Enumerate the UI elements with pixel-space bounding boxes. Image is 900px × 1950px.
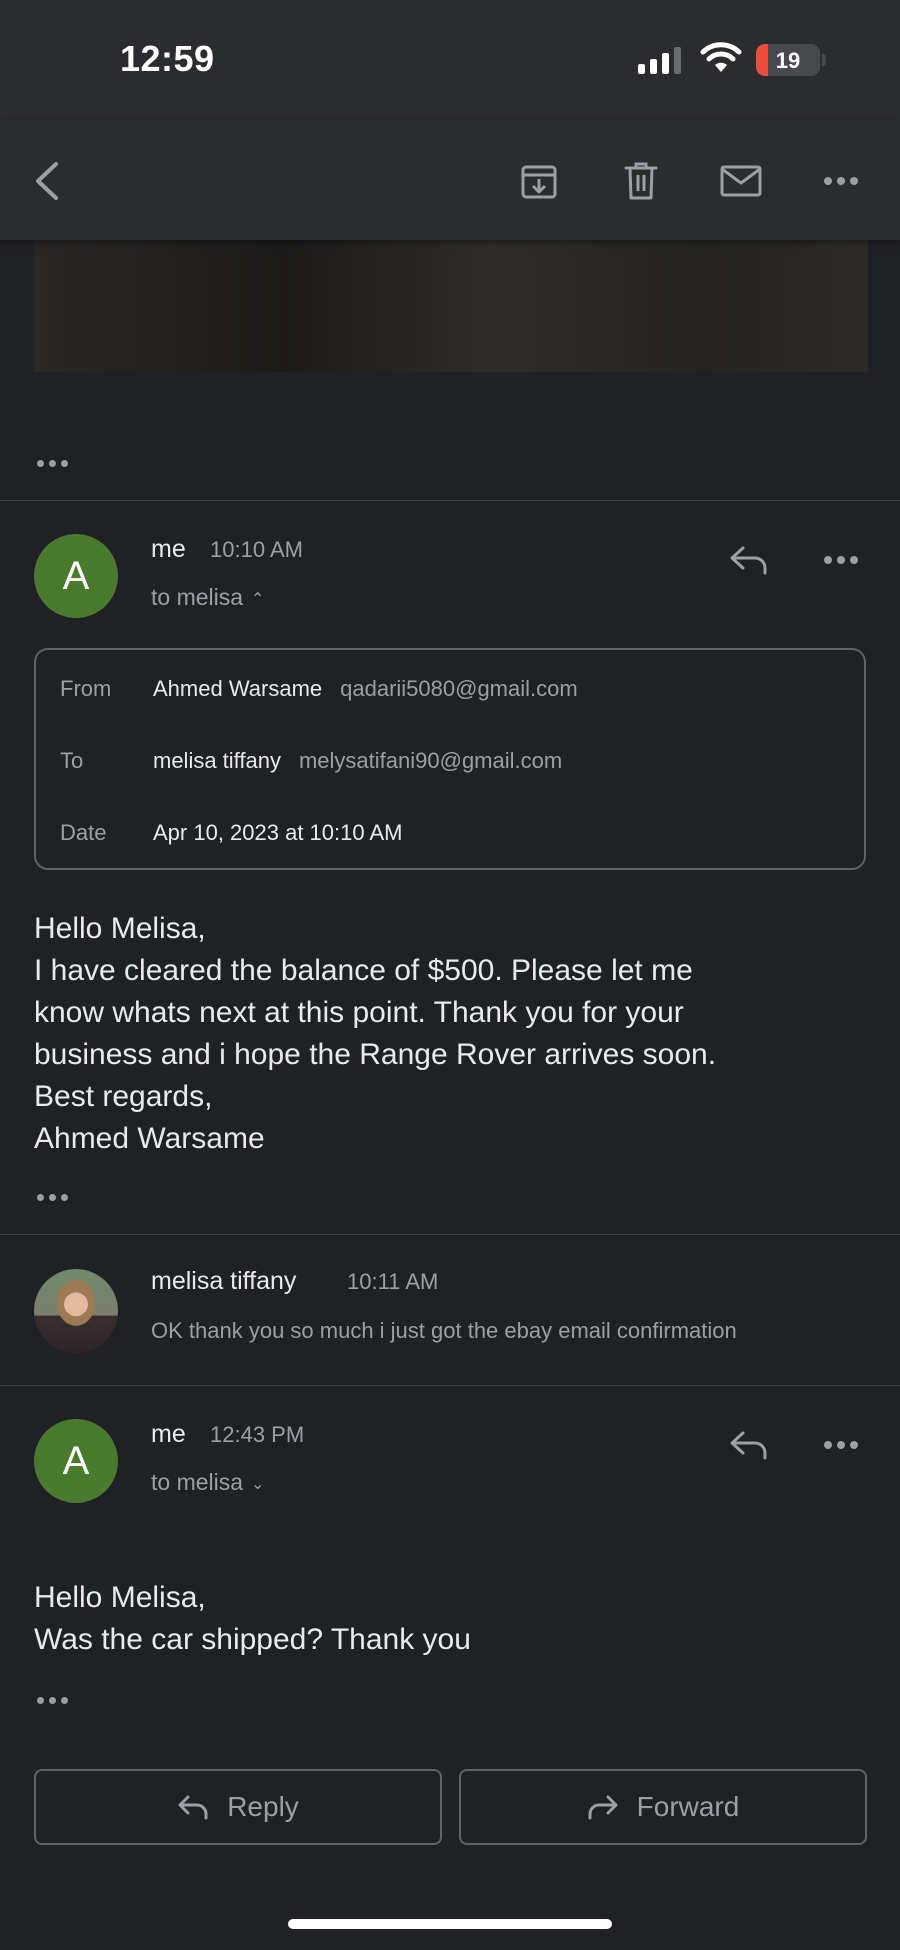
message-divider bbox=[0, 500, 900, 501]
wifi-icon bbox=[700, 42, 742, 72]
more-icon[interactable] bbox=[818, 158, 864, 204]
body-line: Hello Melisa, bbox=[34, 1581, 206, 1614]
home-indicator[interactable] bbox=[288, 1919, 612, 1929]
message-more-icon[interactable] bbox=[818, 538, 864, 582]
body-line: know whats next at this point. Thank you… bbox=[34, 996, 684, 1029]
avatar[interactable] bbox=[34, 1269, 118, 1353]
battery-level: 19 bbox=[775, 48, 801, 73]
message-divider bbox=[0, 1234, 900, 1235]
chevron-down-icon: ⌄ bbox=[251, 1475, 265, 1493]
status-bar: 12:59 19 bbox=[0, 0, 900, 120]
status-time: 12:59 bbox=[120, 38, 215, 79]
email-toolbar bbox=[0, 120, 900, 240]
avatar[interactable]: A bbox=[34, 1419, 118, 1503]
message-more-icon[interactable] bbox=[818, 1423, 864, 1467]
avatar[interactable]: A bbox=[34, 534, 118, 618]
reply-button[interactable]: Reply bbox=[34, 1769, 442, 1845]
to-value: melisa tiffany melysatifani90@gmail.com bbox=[153, 748, 562, 774]
body-line: business and i hope the Range Rover arri… bbox=[34, 1038, 717, 1071]
trash-icon[interactable] bbox=[618, 158, 664, 204]
recipient-toggle[interactable]: to melisa ⌄ bbox=[151, 1469, 264, 1496]
message-time: 10:10 AM bbox=[210, 537, 303, 562]
date-value: Apr 10, 2023 at 10:10 AM bbox=[153, 820, 403, 845]
recipient-line: to melisa bbox=[151, 1469, 244, 1495]
message-details-card: From Ahmed Warsame qadarii5080@gmail.com … bbox=[34, 648, 866, 870]
date-label: Date bbox=[60, 820, 107, 845]
back-icon[interactable] bbox=[24, 158, 70, 204]
message-time: 10:11 AM bbox=[347, 1269, 439, 1294]
message-divider bbox=[0, 1385, 900, 1386]
show-trimmed-content-button[interactable] bbox=[37, 460, 68, 467]
body-line: Ahmed Warsame bbox=[34, 1122, 265, 1155]
battery-icon: 19 bbox=[756, 44, 820, 76]
reply-icon[interactable] bbox=[726, 1423, 772, 1467]
to-label: To bbox=[60, 748, 84, 773]
reply-label: Reply bbox=[227, 1791, 299, 1822]
show-trimmed-content-button[interactable] bbox=[37, 1697, 68, 1704]
forward-button[interactable]: Forward bbox=[459, 1769, 867, 1845]
body-line: Best regards, bbox=[34, 1080, 213, 1113]
recipient-toggle[interactable]: to melisa ⌃ bbox=[151, 584, 264, 611]
from-label: From bbox=[60, 676, 112, 701]
reply-arrow-icon bbox=[178, 1795, 208, 1820]
mail-icon[interactable] bbox=[718, 158, 764, 204]
message-body: Hello Melisa, Was the car shipped? Thank… bbox=[34, 1577, 471, 1661]
from-email[interactable]: qadarii5080@gmail.com bbox=[340, 676, 578, 701]
to-email[interactable]: melysatifani90@gmail.com bbox=[299, 748, 562, 773]
from-name: Ahmed Warsame bbox=[153, 676, 323, 701]
cellular-signal-icon bbox=[638, 46, 681, 74]
body-line: I have cleared the balance of $500. Plea… bbox=[34, 954, 693, 987]
message-body: Hello Melisa, I have cleared the balance… bbox=[34, 908, 716, 1160]
body-line: Was the car shipped? Thank you bbox=[34, 1623, 471, 1656]
from-value: Ahmed Warsame qadarii5080@gmail.com bbox=[153, 676, 578, 702]
recipient-line: to melisa bbox=[151, 584, 244, 610]
forward-label: Forward bbox=[636, 1791, 740, 1822]
message-snippet[interactable]: OK thank you so much i just got the ebay… bbox=[151, 1318, 857, 1344]
message-time: 12:43 PM bbox=[210, 1422, 305, 1447]
show-trimmed-content-button[interactable] bbox=[37, 1194, 68, 1201]
archive-icon[interactable] bbox=[516, 158, 562, 204]
to-name: melisa tiffany bbox=[153, 748, 281, 773]
email-image-attachment[interactable] bbox=[34, 240, 868, 372]
chevron-up-icon: ⌃ bbox=[251, 590, 265, 608]
sender-name: me bbox=[151, 1420, 186, 1448]
sender-name: melisa tiffany bbox=[151, 1267, 297, 1295]
body-line: Hello Melisa, bbox=[34, 912, 206, 945]
forward-arrow-icon bbox=[588, 1795, 618, 1820]
reply-icon[interactable] bbox=[726, 538, 772, 582]
sender-name: me bbox=[151, 535, 186, 563]
